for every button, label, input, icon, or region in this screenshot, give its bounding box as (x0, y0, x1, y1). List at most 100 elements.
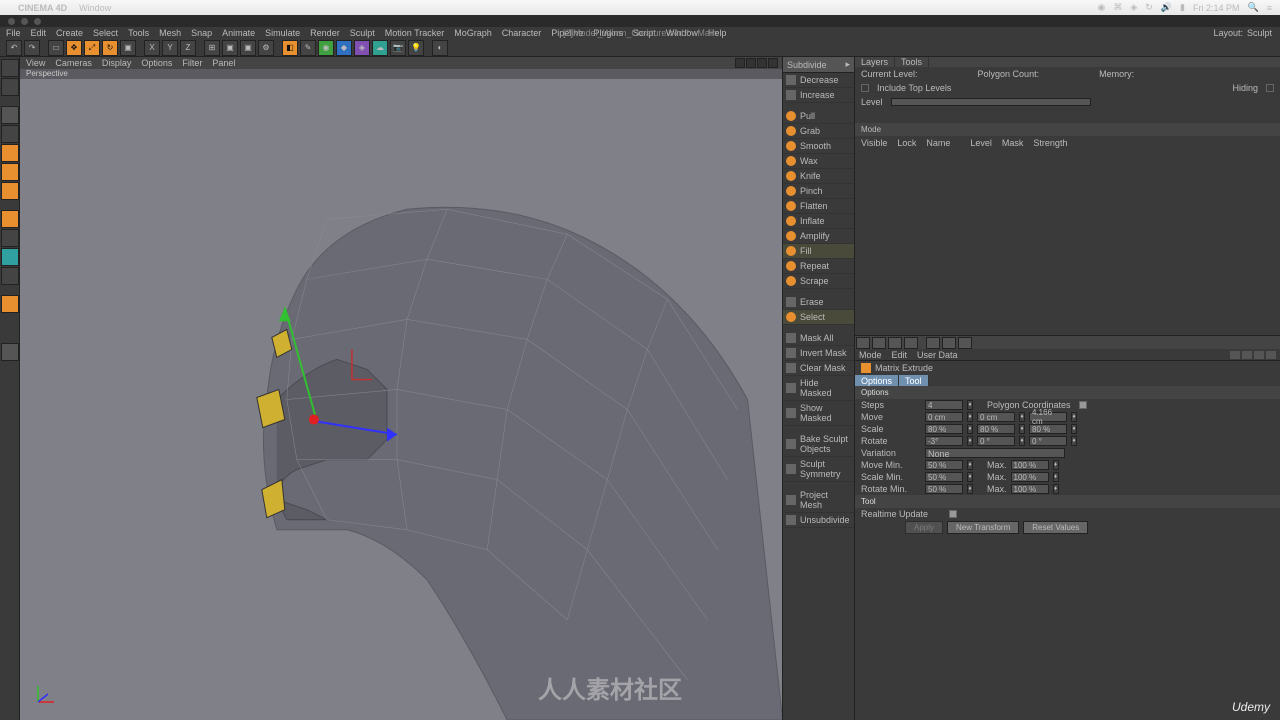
undo-button[interactable]: ↶ (6, 40, 22, 56)
coord-sys[interactable]: ⊞ (204, 40, 220, 56)
vp-panel[interactable]: Panel (212, 58, 235, 68)
hide-masked[interactable]: Hide Masked (783, 376, 854, 401)
vp-cameras[interactable]: Cameras (55, 58, 92, 68)
attr-mode[interactable]: Mode (859, 350, 882, 360)
brush-pull[interactable]: Pull (783, 109, 854, 124)
attr-prev-icon[interactable] (1230, 351, 1240, 359)
app-name[interactable]: CINEMA 4D (18, 3, 67, 13)
rp-icon-2[interactable] (872, 337, 886, 349)
live-select-icon[interactable] (1, 59, 19, 77)
brush-smooth[interactable]: Smooth (783, 139, 854, 154)
scalemax-field[interactable]: 100 % (1011, 472, 1049, 482)
deformer-tool[interactable]: ◈ (354, 40, 370, 56)
menu-mograph[interactable]: MoGraph (454, 28, 492, 38)
dropbox-icon[interactable]: ◈ (1130, 2, 1137, 13)
move-y[interactable]: 0 cm (977, 412, 1015, 422)
menu-simulate[interactable]: Simulate (265, 28, 300, 38)
max-dot[interactable] (34, 18, 41, 25)
axis-y[interactable]: Y (162, 40, 178, 56)
scale-x[interactable]: 80 % (925, 424, 963, 434)
vp-zoom-icon[interactable] (746, 58, 756, 68)
attr-func-icon[interactable] (1266, 351, 1276, 359)
brush-amplify[interactable]: Amplify (783, 229, 854, 244)
brush-knife[interactable]: Knife (783, 169, 854, 184)
col-strength[interactable]: Strength (1033, 138, 1067, 148)
recent-tool[interactable]: ▣ (120, 40, 136, 56)
rotate-p[interactable]: 0 ° (977, 436, 1015, 446)
col-lock[interactable]: Lock (897, 138, 916, 148)
nurbs-tool[interactable]: ◉ (318, 40, 334, 56)
decrease-item[interactable]: Decrease (783, 73, 854, 88)
vp-display[interactable]: Display (102, 58, 132, 68)
texture-mode-icon[interactable] (1, 125, 19, 143)
menu-motiontracker[interactable]: Motion Tracker (385, 28, 445, 38)
select-tool[interactable]: ▭ (48, 40, 64, 56)
tag-button[interactable]: ◐ (432, 40, 448, 56)
soft-select-icon[interactable] (1, 295, 19, 313)
menu-render[interactable]: Render (310, 28, 340, 38)
menu-select[interactable]: Select (93, 28, 118, 38)
col-mask[interactable]: Mask (1002, 138, 1024, 148)
new-transform-button[interactable]: New Transform (947, 521, 1019, 534)
workplane-icon[interactable] (1, 267, 19, 285)
menu-animate[interactable]: Animate (222, 28, 255, 38)
bake-sculpt[interactable]: Bake Sculpt Objects (783, 432, 854, 457)
make-editable-icon[interactable] (1, 78, 19, 96)
light-tool[interactable]: 💡 (408, 40, 424, 56)
brush-pinch[interactable]: Pinch (783, 184, 854, 199)
axis-x[interactable]: X (144, 40, 160, 56)
realtime-chk[interactable] (949, 510, 957, 518)
vp-rotate-icon[interactable] (757, 58, 767, 68)
mask-all[interactable]: Mask All (783, 331, 854, 346)
enable-axis-icon[interactable] (1, 210, 19, 228)
model-mode-icon[interactable] (1, 106, 19, 124)
axis-z[interactable]: Z (180, 40, 196, 56)
erase-item[interactable]: Erase (783, 295, 854, 310)
invert-mask[interactable]: Invert Mask (783, 346, 854, 361)
brush-repeat[interactable]: Repeat (783, 259, 854, 274)
edge-mode-icon[interactable] (1, 163, 19, 181)
rp-icon-5[interactable] (926, 337, 940, 349)
menu-create[interactable]: Create (56, 28, 83, 38)
level-slider[interactable] (891, 98, 1091, 106)
brush-grab[interactable]: Grab (783, 124, 854, 139)
rp-icon-4[interactable] (904, 337, 918, 349)
move-x[interactable]: 0 cm (925, 412, 963, 422)
menu-file[interactable]: File (6, 28, 21, 38)
rp-icon-3[interactable] (888, 337, 902, 349)
cube-primitive[interactable]: ◧ (282, 40, 298, 56)
render-pict[interactable]: ▣ (240, 40, 256, 56)
move-tool[interactable]: ✥ (66, 40, 82, 56)
sync-icon[interactable]: ↻ (1145, 2, 1153, 13)
attr-up-icon[interactable] (1254, 351, 1264, 359)
unsubdivide[interactable]: Unsubdivide (783, 513, 854, 528)
attr-userdata[interactable]: User Data (917, 350, 958, 360)
volume-icon[interactable]: 🔊 (1161, 2, 1172, 13)
rotmin-field[interactable]: 50 % (925, 484, 963, 494)
scalemin-field[interactable]: 50 % (925, 472, 963, 482)
hiding-chk[interactable] (1266, 84, 1274, 92)
menu-sculpt[interactable]: Sculpt (350, 28, 375, 38)
vp-view[interactable]: View (26, 58, 45, 68)
bluetooth-icon[interactable]: ⌘ (1113, 2, 1122, 13)
rp-icon-7[interactable] (958, 337, 972, 349)
col-name[interactable]: Name (926, 138, 950, 148)
menu-mesh[interactable]: Mesh (159, 28, 181, 38)
show-masked[interactable]: Show Masked (783, 401, 854, 426)
menu-tools[interactable]: Tools (128, 28, 149, 38)
clear-mask[interactable]: Clear Mask (783, 361, 854, 376)
brush-inflate[interactable]: Inflate (783, 214, 854, 229)
rotate-tool[interactable]: ↻ (102, 40, 118, 56)
scale-tool[interactable]: ⤢ (84, 40, 100, 56)
brush-flatten[interactable]: Flatten (783, 199, 854, 214)
snap-icon[interactable] (1, 248, 19, 266)
rotate-b[interactable]: 0 ° (1029, 436, 1067, 446)
render-view[interactable]: ▣ (222, 40, 238, 56)
generator-tool[interactable]: ◆ (336, 40, 352, 56)
redo-button[interactable]: ↷ (24, 40, 40, 56)
clock[interactable]: Fri 2:14 PM (1193, 3, 1240, 13)
render-settings[interactable]: ⚙ (258, 40, 274, 56)
move-z[interactable]: 4.166 cm (1029, 412, 1067, 422)
tweak-icon[interactable] (1, 343, 19, 361)
close-dot[interactable] (8, 18, 15, 25)
